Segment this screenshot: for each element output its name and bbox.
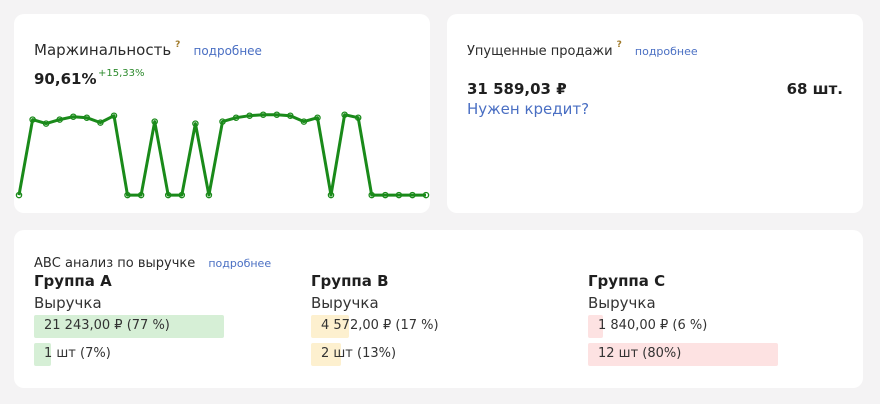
abc-more-link[interactable]: подробнее [208, 257, 271, 270]
revenue-label: Выручка [34, 294, 102, 312]
lost-sales-card: Упущенные продажи? подробнее 31 589,03 ₽… [447, 14, 863, 213]
abc-title: АВС анализ по выручке [34, 256, 196, 271]
sparkline-line [17, 113, 426, 197]
lost-sales-header: Упущенные продажи? подробнее [467, 40, 698, 59]
group-title: Группа С [588, 272, 666, 290]
count-bar: 12 шт (80%) [588, 343, 778, 366]
count-value: 1 шт (7%) [44, 346, 111, 361]
abc-header: АВС анализ по выручке подробнее [34, 252, 271, 271]
group-a: Группа А Выручка 21 243,00 ₽ (77 %) 1 шт… [34, 272, 234, 371]
credit-link[interactable]: Нужен кредит? [467, 100, 589, 118]
help-icon[interactable]: ? [617, 40, 622, 50]
abc-card: АВС анализ по выручке подробнее Группа А… [14, 230, 863, 388]
count-bar: 2 шт (13%) [311, 343, 501, 366]
lost-sales-title: Упущенные продажи [467, 44, 613, 59]
group-title: Группа В [311, 272, 389, 290]
count-value: 12 шт (80%) [598, 346, 682, 361]
lost-sales-amount: 31 589,03 ₽ [467, 80, 567, 98]
margin-card: Маржинальность? подробнее 90,61% +15,33% [14, 14, 430, 213]
revenue-label: Выручка [311, 294, 379, 312]
revenue-label: Выручка [588, 294, 656, 312]
revenue-value: 21 243,00 ₽ (77 %) [44, 318, 170, 333]
lost-sales-count: 68 шт. [786, 80, 843, 98]
group-title: Группа А [34, 272, 112, 290]
group-c: Группа С Выручка 1 840,00 ₽ (6 %) 12 шт … [588, 272, 788, 371]
count-value: 2 шт (13%) [321, 346, 397, 361]
revenue-bar: 1 840,00 ₽ (6 %) [588, 315, 778, 338]
lost-sales-more-link[interactable]: подробнее [635, 45, 698, 58]
revenue-bar: 4 572,00 ₽ (17 %) [311, 315, 501, 338]
margin-sparkline [15, 111, 430, 199]
revenue-bar: 21 243,00 ₽ (77 %) [34, 315, 224, 338]
count-bar: 1 шт (7%) [34, 343, 224, 366]
revenue-value: 4 572,00 ₽ (17 %) [321, 318, 439, 333]
revenue-value: 1 840,00 ₽ (6 %) [598, 318, 708, 333]
group-b: Группа В Выручка 4 572,00 ₽ (17 %) 2 шт … [311, 272, 511, 371]
